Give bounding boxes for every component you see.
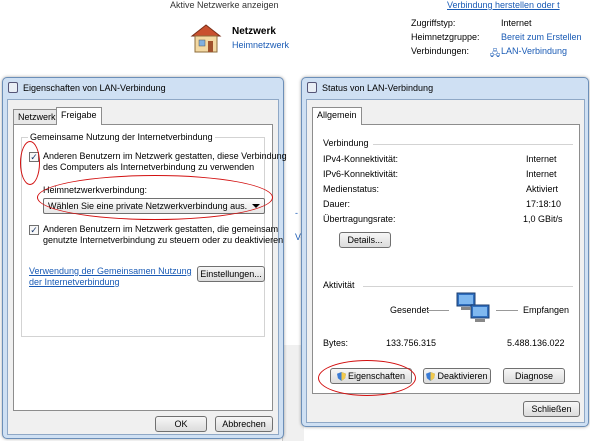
duration-label: Dauer: [323, 199, 351, 209]
ok-button[interactable]: OK [155, 416, 207, 432]
ipv4-label: IPv4-Konnektivität: [323, 154, 399, 164]
network-adapter-icon [307, 82, 317, 93]
homegroup-link[interactable]: Bereit zum Erstellen [501, 32, 582, 42]
deactivate-button-label: Deaktivieren [437, 371, 488, 381]
media-status-value: Aktiviert [526, 184, 559, 194]
ics-group-label: Gemeinsame Nutzung der Internetverbindun… [28, 132, 215, 142]
allow-control-checkbox[interactable]: ✓ [29, 225, 39, 235]
sent-line [427, 310, 449, 311]
status-dialog-title: Status von LAN-Verbindung [322, 83, 434, 93]
allow-others-label-1: Anderen Benutzern im Netzwerk gestatten,… [43, 151, 287, 161]
received-label: Empfangen [523, 305, 570, 315]
ipv6-label: IPv6-Konnektivität: [323, 169, 399, 179]
annotation-checkbox-circle [20, 141, 40, 185]
activity-divider [363, 286, 573, 287]
allow-control-label-2: genutzte Internetverbindung zu steuern o… [43, 235, 284, 245]
homegroup-label: Heimnetzgruppe: [411, 32, 480, 42]
lan-connection-link[interactable]: LAN-Verbindung [501, 46, 567, 56]
ipv6-value: Internet [526, 169, 557, 179]
sharing-panel: Gemeinsame Nutzung der Internetverbindun… [13, 124, 287, 411]
tab-freigabe[interactable]: Freigabe [56, 107, 102, 125]
duration-value: 17:18:10 [526, 199, 562, 209]
bytes-received-value: 5.488.136.022 [507, 338, 565, 348]
connection-group-label: Verbindung [323, 138, 369, 148]
ics-help-link-1[interactable]: Verwendung der Gemeinsamen Nutzung [29, 266, 192, 277]
connection-divider [373, 144, 573, 145]
setup-connection-link[interactable]: Verbindung herstellen oder t [447, 0, 560, 10]
active-networks-header: Aktive Netzwerke anzeigen [170, 0, 279, 10]
house-icon [190, 24, 222, 53]
bytes-sent-value: 133.756.315 [386, 338, 437, 348]
network-adapter-icon [8, 82, 18, 93]
media-status-label: Medienstatus: [323, 184, 380, 194]
ics-help-link-2[interactable]: der Internetverbindung [29, 277, 120, 288]
network-type-link[interactable]: Heimnetzwerk [232, 40, 289, 50]
properties-dialog-title: Eigenschaften von LAN-Verbindung [23, 83, 166, 93]
annotation-dropdown-circle [37, 175, 273, 220]
details-button[interactable]: Details... [339, 232, 391, 248]
properties-dialog-body: Netzwerk Freigabe Gemeinsame Nutzung der… [7, 99, 287, 435]
ipv4-value: Internet [526, 154, 557, 164]
tab-netzwerk[interactable]: Netzwerk [13, 109, 61, 125]
speed-label: Übertragungsrate: [323, 214, 396, 224]
close-button[interactable]: Schließen [523, 401, 580, 417]
deactivate-button[interactable]: Deaktivieren [423, 368, 491, 384]
access-type-value: Internet [501, 18, 532, 28]
allow-control-label-1: Anderen Benutzern im Netzwerk gestatten,… [43, 224, 279, 234]
annotation-properties-circle [318, 360, 416, 396]
speed-value: 1,0 GBit/s [523, 214, 563, 224]
allow-others-label-2: des Computers als Internetverbindung zu … [43, 162, 255, 172]
activity-group-label: Aktivität [323, 280, 355, 290]
cancel-button[interactable]: Abbrechen [215, 416, 273, 432]
lan-connection-icon: 🖧 [490, 48, 501, 58]
sent-label: Gesendet [390, 305, 430, 315]
general-panel: Verbindung IPv4-Konnektivität: Internet … [312, 124, 580, 394]
bytes-label: Bytes: [323, 338, 349, 348]
connections-label: Verbindungen: [411, 46, 470, 56]
received-line [496, 310, 518, 311]
shield-icon [426, 372, 436, 382]
network-computers-icon [456, 292, 490, 322]
settings-button[interactable]: Einstellungen... [197, 266, 265, 282]
network-name: Netzwerk [232, 26, 276, 37]
diagnose-button[interactable]: Diagnose [503, 368, 565, 384]
properties-dialog: Eigenschaften von LAN-Verbindung Netzwer… [2, 77, 287, 439]
access-type-label: Zugriffstyp: [411, 18, 456, 28]
tab-allgemein[interactable]: Allgemein [312, 107, 362, 125]
